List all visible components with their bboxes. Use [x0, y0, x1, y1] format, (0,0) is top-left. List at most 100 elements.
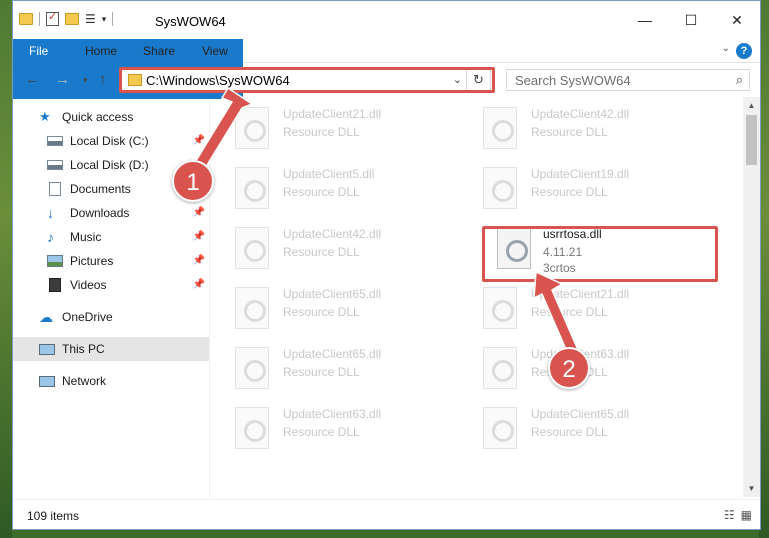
- new-folder-icon[interactable]: [65, 13, 79, 25]
- sidebar-item-local-disk-c[interactable]: Local Disk (C:) 📌: [13, 129, 209, 153]
- file-name: UpdateClient42.dll: [531, 107, 630, 121]
- tiles-view-icon[interactable]: ▦: [741, 508, 752, 522]
- scroll-thumb[interactable]: [746, 115, 757, 165]
- dll-file-icon: [235, 167, 269, 209]
- sidebar-item-videos[interactable]: Videos 📌: [13, 273, 209, 297]
- list-item[interactable]: UpdateClient65.dll Resource DLL: [223, 337, 453, 397]
- network-icon: [39, 375, 55, 387]
- file-name: UpdateClient42.dll: [283, 227, 382, 241]
- dll-file-icon: [483, 407, 517, 449]
- sidebar-item-music[interactable]: ♪ Music 📌: [13, 225, 209, 249]
- sidebar-item-label: Downloads: [70, 206, 130, 220]
- file-description: Resource DLL: [531, 185, 608, 199]
- vertical-scrollbar[interactable]: ▲ ▼: [743, 97, 760, 497]
- tab-home[interactable]: Home: [71, 39, 131, 63]
- sidebar-item-network[interactable]: Network: [13, 369, 209, 393]
- maximize-button[interactable]: ☐: [668, 1, 714, 39]
- dll-file-icon: [235, 227, 269, 269]
- step-one-badge: 1: [172, 160, 214, 202]
- sidebar-item-label: This PC: [62, 342, 105, 356]
- close-button[interactable]: ✕: [714, 1, 760, 39]
- file-description: Resource DLL: [283, 125, 360, 139]
- dll-file-icon: [235, 347, 269, 389]
- sidebar-item-label: Music: [70, 230, 102, 244]
- dll-file-icon: [235, 287, 269, 329]
- file-name: UpdateClient65.dll: [283, 347, 382, 361]
- chevron-down-icon[interactable]: ⌄: [722, 43, 730, 54]
- file-description: Resource DLL: [283, 185, 360, 199]
- cloud-icon: ☁: [39, 309, 53, 325]
- step-two-badge: 2: [548, 347, 590, 389]
- pane-divider[interactable]: [209, 101, 210, 497]
- file-description: Resource DLL: [283, 425, 360, 439]
- list-item[interactable]: UpdateClient19.dll Resource DLL: [471, 157, 701, 217]
- list-item[interactable]: UpdateClient21.dll Resource DLL: [223, 97, 453, 157]
- file-name: UpdateClient5.dll: [283, 167, 375, 181]
- ribbon: File Home Share View ⌄ ?: [13, 39, 760, 99]
- sidebar-item-label: Local Disk (D:): [70, 158, 149, 172]
- file-name: UpdateClient65.dll: [283, 287, 382, 301]
- drive-icon: [47, 136, 63, 146]
- pin-icon: 📌: [192, 207, 205, 218]
- up-arrow-icon[interactable]: ↑: [99, 71, 107, 88]
- back-arrow-icon[interactable]: ←: [25, 71, 40, 88]
- recent-locations-icon[interactable]: ▾: [83, 75, 88, 86]
- computer-icon: [39, 343, 55, 355]
- sidebar-item-downloads[interactable]: ↓ Downloads 📌: [13, 201, 209, 225]
- list-item[interactable]: UpdateClient63.dll Resource DLL: [223, 397, 453, 457]
- sidebar-item-label: Pictures: [70, 254, 114, 268]
- address-highlight-box: [119, 67, 495, 93]
- pin-icon: 📌: [192, 279, 205, 290]
- file-description: Resource DLL: [531, 425, 608, 439]
- forward-arrow-icon[interactable]: →: [55, 71, 70, 88]
- search-icon[interactable]: ⌕: [736, 72, 743, 88]
- download-icon: ↓: [47, 205, 54, 221]
- sidebar-item-pictures[interactable]: Pictures 📌: [13, 249, 209, 273]
- dll-file-icon: [483, 347, 517, 389]
- minimize-button[interactable]: —: [622, 1, 668, 39]
- pictures-icon: [47, 255, 63, 267]
- list-item[interactable]: UpdateClient42.dll Resource DLL: [471, 97, 701, 157]
- details-view-icon[interactable]: ☷: [724, 508, 735, 522]
- file-description: Resource DLL: [283, 245, 360, 259]
- view-switcher: ☷ ▦: [724, 508, 752, 522]
- list-item[interactable]: UpdateClient21.dll Resource DLL: [471, 277, 701, 337]
- file-name: UpdateClient19.dll: [531, 167, 630, 181]
- sidebar-item-quick-access[interactable]: ★ Quick access: [13, 105, 209, 129]
- customize-icon[interactable]: ☰: [85, 12, 96, 26]
- list-item[interactable]: UpdateClient65.dll Resource DLL: [471, 397, 701, 457]
- documents-icon: [49, 182, 61, 196]
- title-bar: ☰ ▾ SysWOW64 — ☐ ✕: [13, 1, 760, 39]
- search-input[interactable]: Search SysWOW64 ⌕: [506, 69, 750, 91]
- navigation-bar: ← → ▾ ↑ C:\Windows\SysWOW64 ⌄ ↻ Search S…: [13, 63, 760, 97]
- file-name: UpdateClient65.dll: [531, 407, 630, 421]
- item-count: 109 items: [27, 509, 80, 523]
- chevron-down-icon[interactable]: ▾: [102, 14, 107, 25]
- scroll-down-icon[interactable]: ▼: [743, 480, 760, 497]
- tab-share[interactable]: Share: [129, 39, 189, 63]
- sidebar-item-label: Documents: [70, 182, 131, 196]
- sidebar-item-label: OneDrive: [62, 310, 113, 324]
- help-icon[interactable]: ?: [736, 43, 752, 59]
- list-item[interactable]: UpdateClient5.dll Resource DLL: [223, 157, 453, 217]
- list-item[interactable]: UpdateClient42.dll Resource DLL: [223, 217, 453, 277]
- tab-view[interactable]: View: [188, 39, 242, 63]
- sidebar-item-onedrive[interactable]: ☁ OneDrive: [13, 305, 209, 329]
- videos-icon: [49, 278, 61, 292]
- file-description: Resource DLL: [283, 365, 360, 379]
- dll-file-icon: [483, 167, 517, 209]
- scroll-up-icon[interactable]: ▲: [743, 97, 760, 114]
- sidebar-item-this-pc[interactable]: This PC: [13, 337, 209, 361]
- file-description: Resource DLL: [531, 305, 608, 319]
- dll-file-icon: [483, 107, 517, 149]
- folder-icon: [19, 13, 33, 25]
- window-controls: — ☐ ✕: [622, 1, 760, 39]
- properties-icon[interactable]: [46, 10, 59, 26]
- sidebar-item-label: Network: [62, 374, 107, 388]
- pin-icon: 📌: [192, 135, 205, 146]
- file-highlight-box: [482, 226, 718, 282]
- file-name: UpdateClient63.dll: [283, 407, 382, 421]
- list-item[interactable]: UpdateClient65.dll Resource DLL: [223, 277, 453, 337]
- music-icon: ♪: [47, 229, 54, 245]
- dll-file-icon: [483, 287, 517, 329]
